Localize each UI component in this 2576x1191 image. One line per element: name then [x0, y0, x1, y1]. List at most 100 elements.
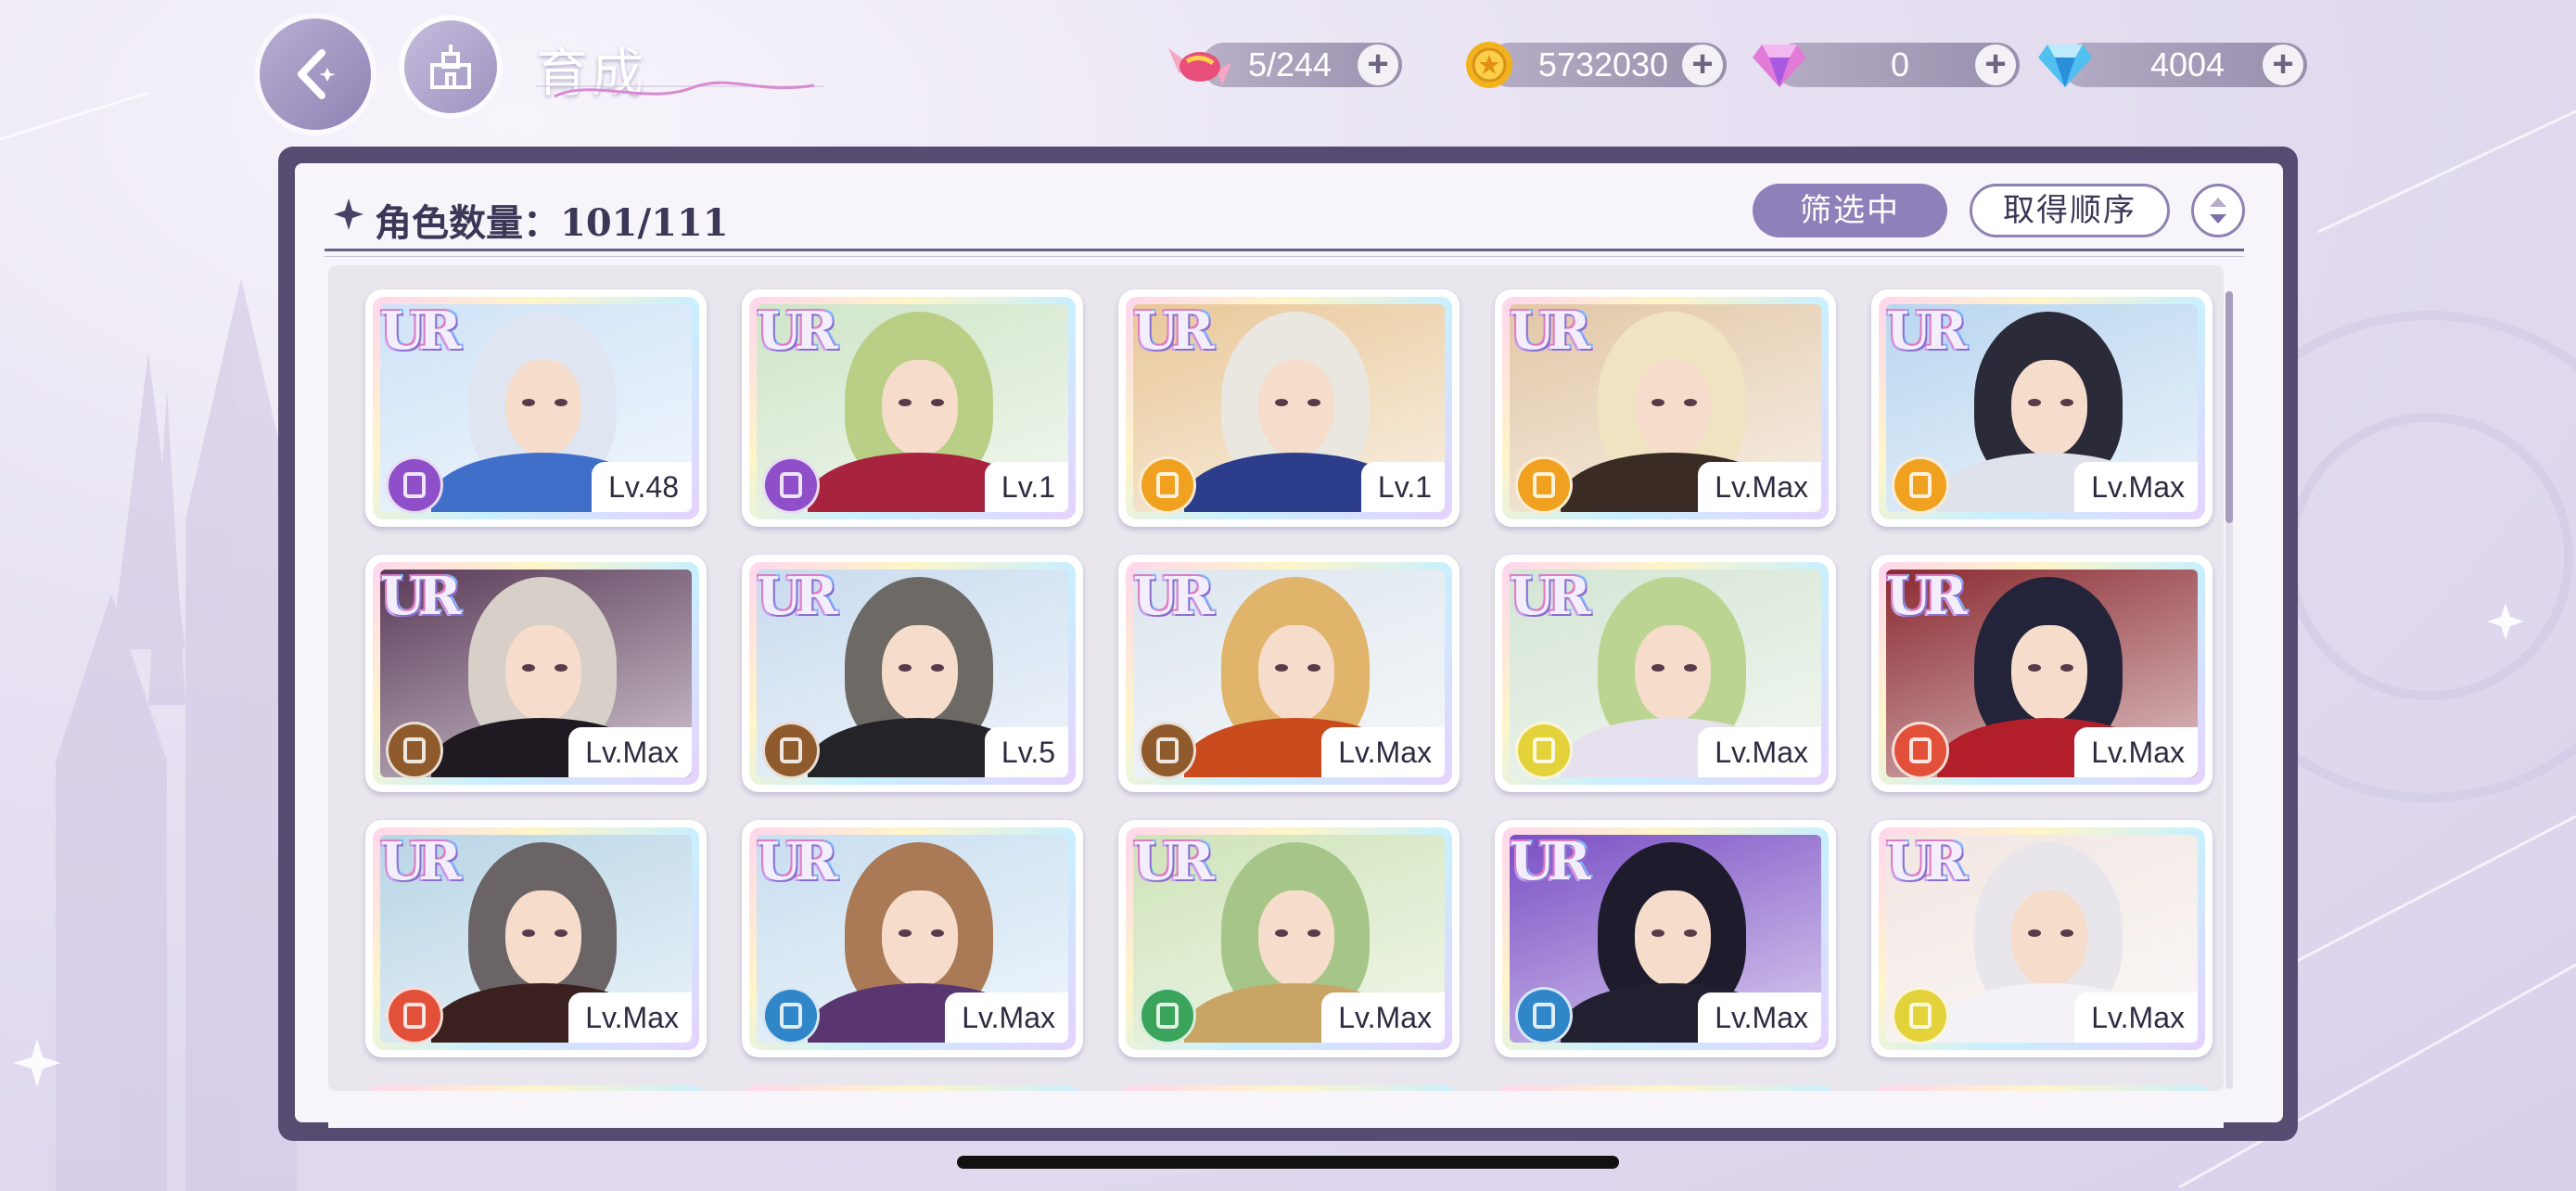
character-card[interactable]: UR Lv.Max: [1871, 555, 2213, 792]
portrait-eye: [1307, 399, 1320, 406]
gold-coin-icon: [1466, 42, 1512, 88]
portrait-eye: [2060, 929, 2073, 937]
character-card[interactable]: UR Lv.Max: [1118, 820, 1460, 1057]
portrait-face: [2011, 360, 2087, 456]
portrait-face: [2011, 890, 2087, 987]
attribute-symbol-icon: [780, 737, 802, 763]
character-card-frame: UR Lv.Max: [373, 827, 699, 1050]
portrait-eye: [1651, 664, 1664, 672]
castle-icon: [430, 45, 471, 89]
attribute-icon: [1139, 987, 1196, 1044]
character-card-frame: UR Lv.Max: [1126, 827, 1452, 1050]
attribute-symbol-icon: [1533, 1003, 1555, 1029]
rarity-badge: UR: [380, 831, 461, 892]
portrait-eye: [1307, 664, 1320, 672]
pink-gem-add-button[interactable]: +: [1975, 45, 2016, 85]
home-indicator: [957, 1156, 1619, 1169]
scrollbar[interactable]: [2225, 291, 2233, 1089]
attribute-symbol-icon: [1156, 1003, 1179, 1029]
rarity-badge: UR: [380, 566, 461, 627]
rarity-badge: UR: [757, 831, 837, 892]
portrait-eye: [1307, 929, 1320, 937]
candy-icon: [1168, 48, 1231, 85]
portrait-eye: [2060, 664, 2073, 672]
portrait-face: [1635, 360, 1711, 456]
attribute-symbol-icon: [1533, 472, 1555, 498]
diamond-counter: 4004 +: [2062, 43, 2307, 87]
portrait-eye: [1275, 399, 1288, 406]
portrait-eye: [1684, 929, 1697, 937]
character-card[interactable]: UR Lv.Max: [365, 820, 707, 1057]
character-card[interactable]: UR Lv.Max: [365, 555, 707, 792]
attribute-icon: [1515, 456, 1573, 514]
gold-add-button[interactable]: +: [1682, 45, 1723, 85]
diamond-add-button[interactable]: +: [2263, 45, 2303, 85]
character-card[interactable]: UR Lv.1: [1118, 289, 1460, 527]
portrait-eye: [931, 664, 944, 672]
attribute-icon: [762, 987, 820, 1044]
sort-order-button[interactable]: 取得顺序: [1970, 184, 2170, 237]
filter-button[interactable]: 筛选中: [1753, 184, 1947, 237]
rarity-badge: UR: [1510, 831, 1590, 892]
blue-diamond-icon: [2038, 45, 2092, 87]
diamond-count: 4004: [2149, 45, 2225, 83]
attribute-icon: [386, 722, 443, 779]
character-card[interactable]: UR Lv.Max: [1871, 820, 2213, 1057]
attribute-icon: [1892, 456, 1949, 514]
rarity-badge: UR: [380, 301, 461, 362]
pink-gem-count: 0: [1890, 45, 1910, 83]
portrait-eye: [899, 399, 912, 406]
character-card[interactable]: UR Lv.Max: [1495, 555, 1836, 792]
character-card[interactable]: UR Lv.Max: [742, 820, 1083, 1057]
character-card[interactable]: UR Lv.Max: [1118, 555, 1460, 792]
attribute-icon: [386, 456, 443, 514]
level-label: Lv.Max: [568, 727, 692, 777]
candy-add-button[interactable]: +: [1358, 45, 1398, 85]
portrait-face: [882, 890, 958, 987]
portrait-eye: [899, 929, 912, 937]
portrait-face: [882, 625, 958, 722]
character-card[interactable]: UR Lv.Max: [1495, 820, 1836, 1057]
character-card[interactable]: UR Lv.48: [365, 289, 707, 527]
back-arrow-icon: [298, 49, 336, 99]
rarity-badge: UR: [1886, 301, 1967, 362]
portrait-face: [882, 360, 958, 456]
portrait-face: [1635, 890, 1711, 987]
rarity-badge: UR: [1133, 301, 1214, 362]
portrait-eye: [2028, 664, 2041, 672]
divider: [325, 249, 2244, 251]
character-card[interactable]: UR Lv.1: [742, 289, 1083, 527]
character-card[interactable]: UR Lv.Max: [1871, 289, 2213, 527]
portrait-face: [1258, 360, 1334, 456]
level-label: Lv.Max: [2074, 992, 2198, 1043]
portrait-face: [505, 625, 581, 722]
attribute-icon: [762, 722, 820, 779]
portrait-eye: [899, 664, 912, 672]
level-label: Lv.1: [1360, 462, 1445, 512]
character-card-frame: UR Lv.Max: [1879, 297, 2205, 519]
character-card-frame: UR Lv.Max: [1879, 562, 2205, 785]
level-label: Lv.Max: [2074, 727, 2198, 777]
portrait-eye: [2028, 929, 2041, 937]
character-card-frame: UR Lv.Max: [749, 827, 1076, 1050]
portrait-eye: [2060, 399, 2073, 406]
level-label: Lv.Max: [1698, 727, 1821, 777]
rarity-badge: UR: [1133, 831, 1214, 892]
rarity-badge: UR: [757, 301, 837, 362]
attribute-icon: [1892, 987, 1949, 1044]
back-button[interactable]: [260, 19, 371, 130]
sort-arrows-icon: [2210, 198, 2226, 224]
home-button[interactable]: [404, 20, 497, 113]
character-card[interactable]: UR Lv.Max: [1495, 289, 1836, 527]
sort-direction-toggle[interactable]: [2191, 184, 2245, 237]
level-label: Lv.Max: [945, 992, 1068, 1043]
scrollbar-thumb[interactable]: [2225, 291, 2233, 523]
attribute-symbol-icon: [403, 737, 426, 763]
level-label: Lv.1: [984, 462, 1068, 512]
level-label: Lv.Max: [2074, 462, 2198, 512]
character-card[interactable]: UR Lv.5: [742, 555, 1083, 792]
portrait-face: [2011, 625, 2087, 722]
rarity-badge: UR: [1510, 301, 1590, 362]
attribute-symbol-icon: [403, 472, 426, 498]
portrait-eye: [1275, 929, 1288, 937]
